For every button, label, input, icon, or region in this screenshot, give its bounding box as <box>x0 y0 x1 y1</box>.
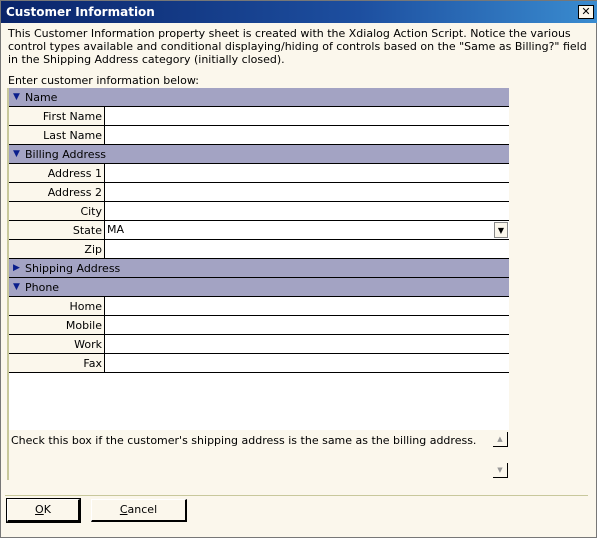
city-input[interactable] <box>105 202 509 220</box>
field-label: City <box>9 202 105 220</box>
close-button[interactable]: ✕ <box>578 5 594 19</box>
cancel-accel: C <box>119 503 128 516</box>
cancel-button[interactable]: Cancel <box>91 499 187 522</box>
field-label: State <box>9 221 105 239</box>
expand-arrow-icon[interactable]: ▶ <box>13 263 21 273</box>
dropdown-arrow-icon[interactable]: ▼ <box>494 222 508 238</box>
category-label: Phone <box>25 280 60 294</box>
field-zip: Zip <box>9 240 509 259</box>
separator <box>5 495 588 496</box>
home-phone-input[interactable] <box>105 297 509 315</box>
field-label: First Name <box>9 107 105 125</box>
help-panel: Check this box if the customer's shippin… <box>7 430 509 480</box>
field-work: Work <box>9 335 509 354</box>
description-text: This Customer Information property sheet… <box>8 27 587 66</box>
category-label: Shipping Address <box>25 261 121 275</box>
field-mobile: Mobile <box>9 316 509 335</box>
prompt-label: Enter customer information below: <box>8 74 199 87</box>
field-home: Home <box>9 297 509 316</box>
field-city: City <box>9 202 509 221</box>
field-fax: Fax <box>9 354 509 373</box>
help-text: Check this box if the customer's shippin… <box>11 434 477 447</box>
field-label: Last Name <box>9 126 105 144</box>
cancel-label: ancel <box>127 503 158 516</box>
address1-input[interactable] <box>105 164 509 182</box>
field-label: Address 2 <box>9 183 105 201</box>
first-name-input[interactable] <box>105 107 509 125</box>
address2-input[interactable] <box>105 183 509 201</box>
collapse-arrow-icon[interactable]: ▼ <box>13 92 21 102</box>
field-first-name: First Name <box>9 107 509 126</box>
collapse-arrow-icon[interactable]: ▼ <box>13 149 21 159</box>
field-state: State MA ▼ <box>9 221 509 240</box>
ok-label: K <box>43 503 51 516</box>
scroll-up-button[interactable]: ▲ <box>493 432 508 447</box>
zip-input[interactable] <box>105 240 509 258</box>
field-address2: Address 2 <box>9 183 509 202</box>
field-address1: Address 1 <box>9 164 509 183</box>
category-label: Name <box>25 90 58 104</box>
category-phone[interactable]: ▼ Phone <box>9 278 509 297</box>
work-phone-input[interactable] <box>105 335 509 353</box>
category-label: Billing Address <box>25 147 107 161</box>
category-name[interactable]: ▼ Name <box>9 88 509 107</box>
collapse-arrow-icon[interactable]: ▼ <box>13 282 21 292</box>
field-label: Address 1 <box>9 164 105 182</box>
state-value: MA <box>107 223 125 236</box>
fax-input[interactable] <box>105 354 509 372</box>
ok-button[interactable]: OK <box>6 498 81 523</box>
mobile-phone-input[interactable] <box>105 316 509 334</box>
last-name-input[interactable] <box>105 126 509 144</box>
field-label: Work <box>9 335 105 353</box>
ok-accel: O <box>35 503 44 516</box>
category-shipping[interactable]: ▶ Shipping Address <box>9 259 509 278</box>
field-label: Mobile <box>9 316 105 334</box>
window-title: Customer Information <box>6 5 155 19</box>
title-bar: Customer Information ✕ <box>1 1 597 23</box>
state-select[interactable]: MA ▼ <box>105 221 509 239</box>
field-last-name: Last Name <box>9 126 509 145</box>
category-billing[interactable]: ▼ Billing Address <box>9 145 509 164</box>
scroll-down-button[interactable]: ▼ <box>493 463 508 478</box>
field-label: Home <box>9 297 105 315</box>
property-grid: ▼ Name First Name Last Name ▼ Billing Addr… <box>7 88 509 430</box>
field-label: Zip <box>9 240 105 258</box>
field-label: Fax <box>9 354 105 372</box>
